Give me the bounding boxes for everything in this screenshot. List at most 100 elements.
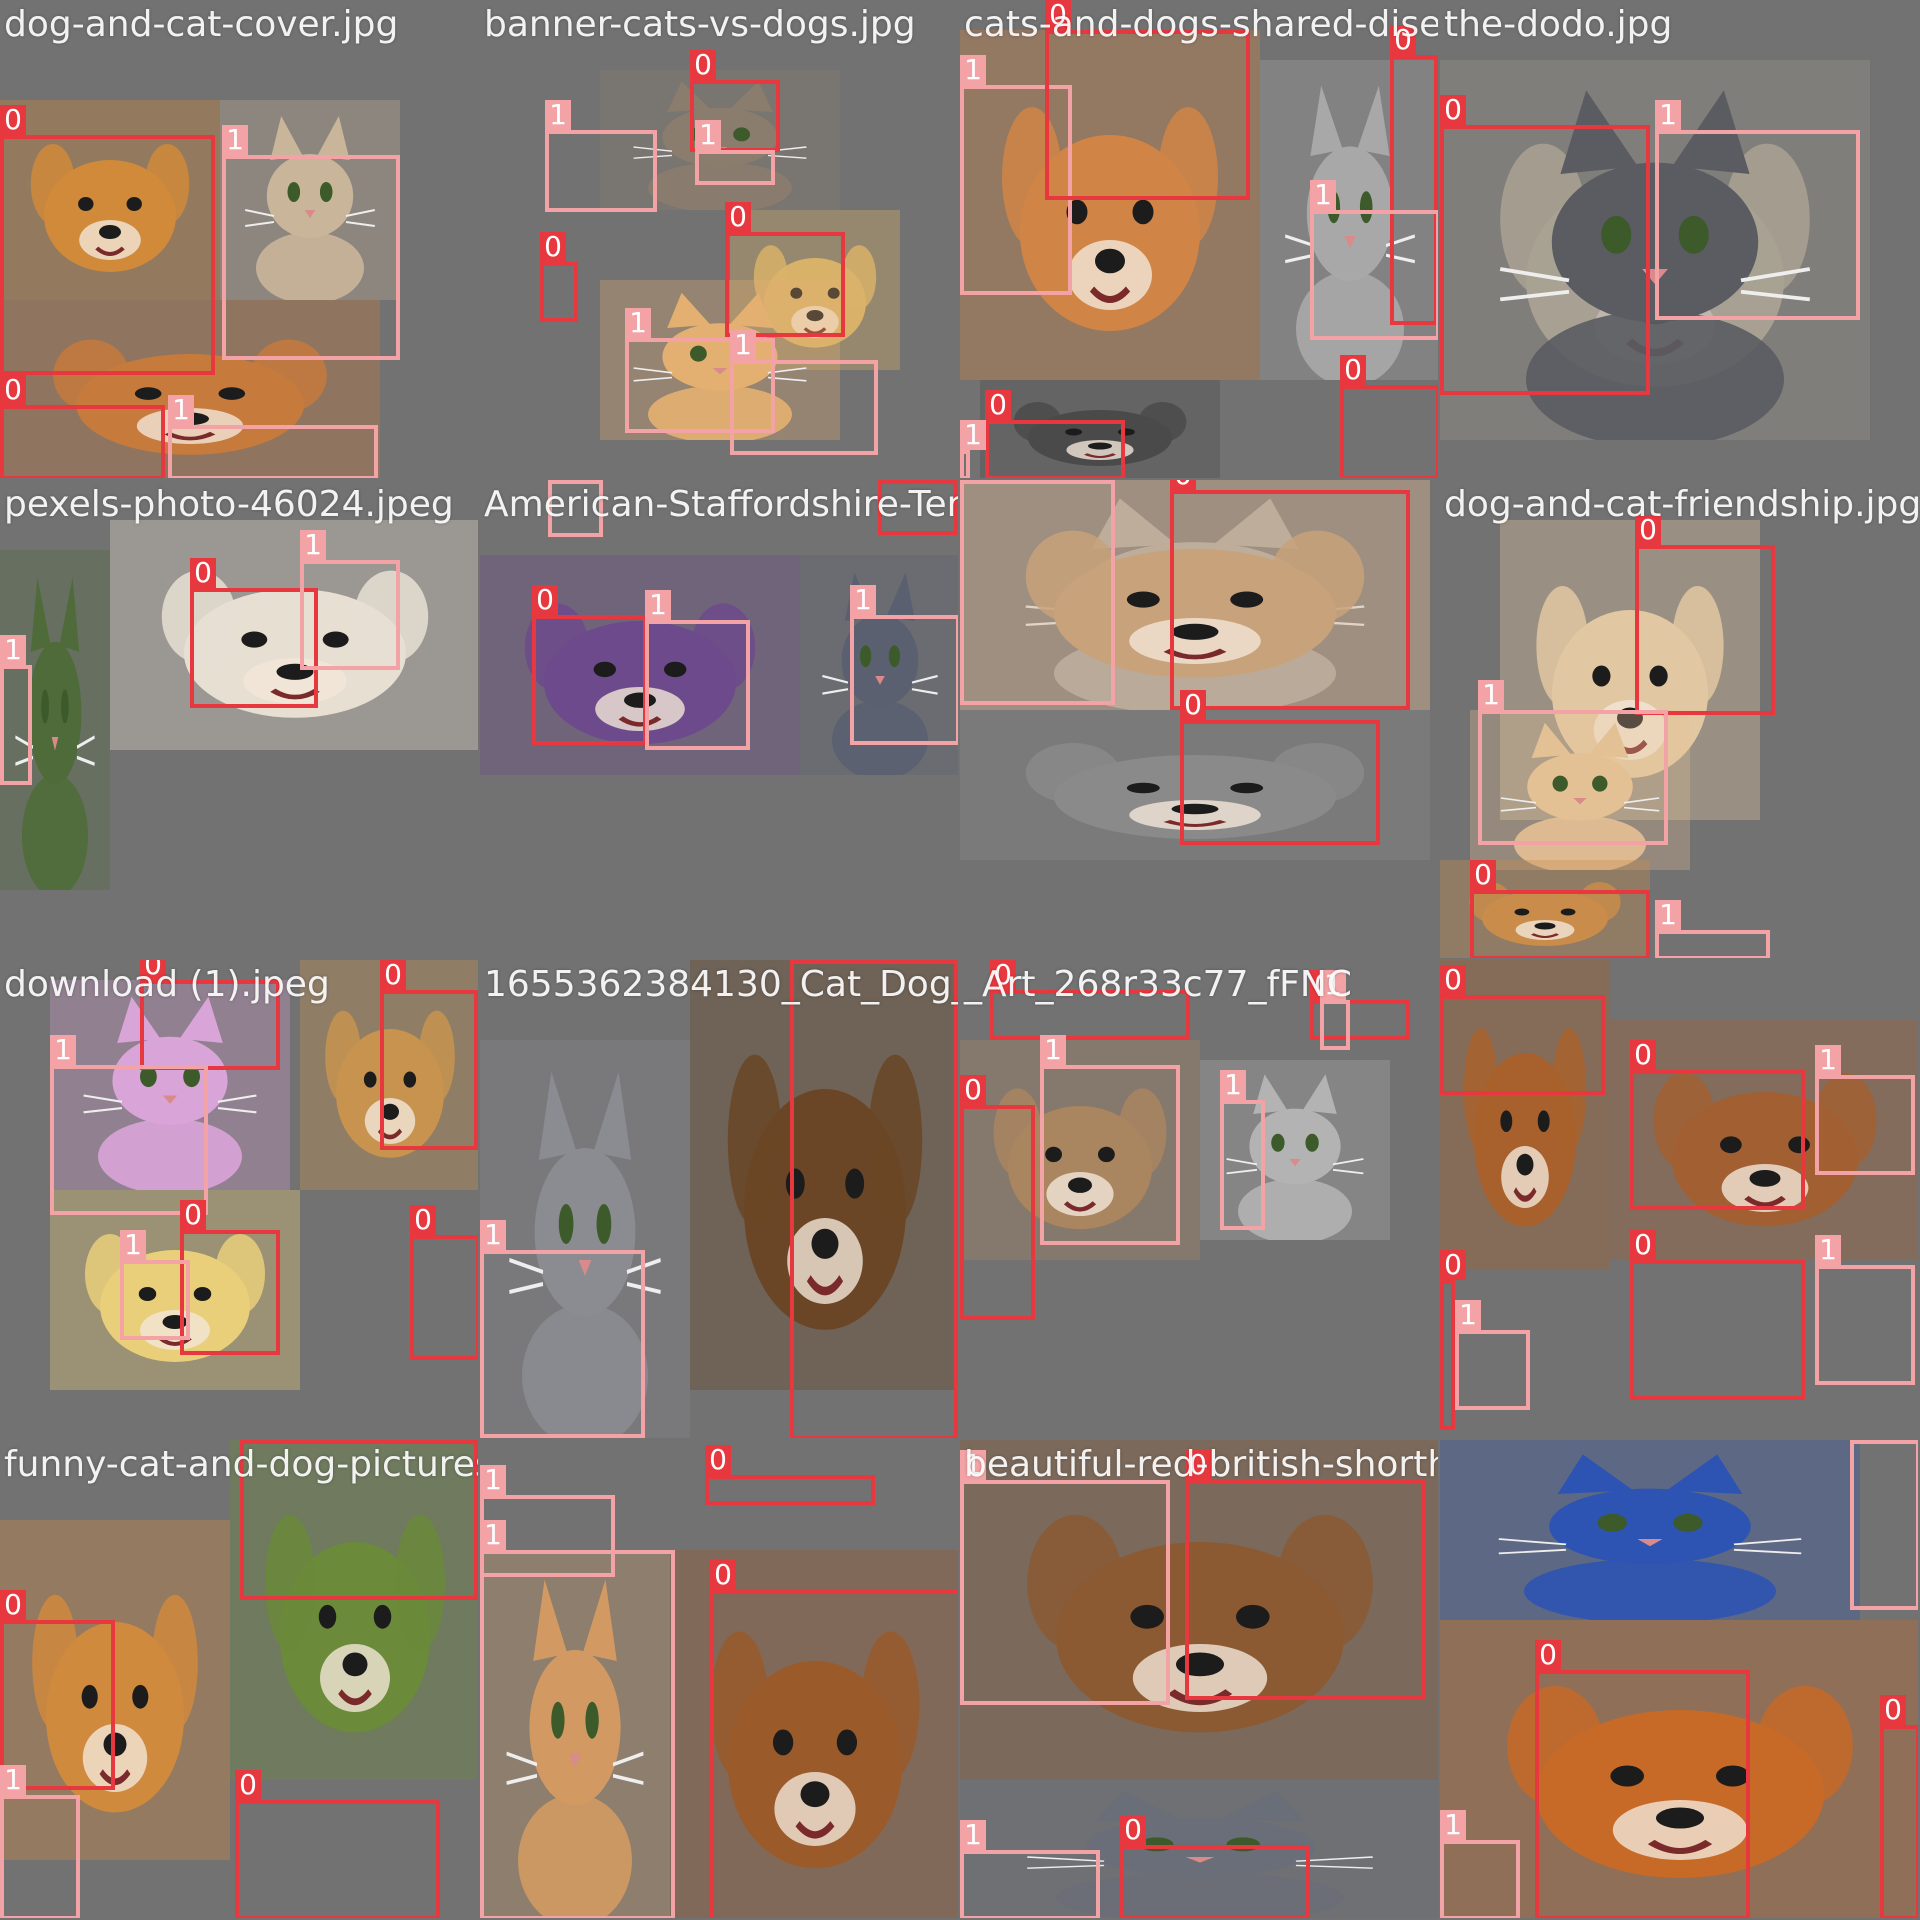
class-label: 1 — [1220, 1070, 1246, 1100]
bounding-box-cat: 1 — [0, 635, 32, 785]
class-label: 0 — [1120, 1815, 1146, 1845]
class-label: 1 — [1478, 680, 1504, 710]
mosaic-tile: 1 0 1 0 — [480, 1440, 958, 1918]
bounding-box-dog: 0 — [1630, 1040, 1805, 1210]
bounding-box-cat: 1 — [1310, 180, 1438, 340]
class-label: 1 — [695, 120, 721, 150]
bounding-box-dog: 0 — [190, 558, 318, 708]
bounding-box-dog: 0 — [710, 1560, 958, 1918]
bounding-box-dog: 0 — [1440, 95, 1650, 395]
bounding-box-cat: 1 — [1478, 680, 1668, 845]
tile-filename: download (1).jpeg — [4, 964, 330, 1005]
class-label: 1 — [50, 1035, 76, 1065]
class-label: 1 — [960, 420, 986, 450]
mosaic-tile: download (1).jpeg 0 1 0 0 1 0 — [0, 960, 478, 1438]
tile-filename: funny-cat-and-dog-pictures — [4, 1444, 478, 1485]
class-label: 0 — [1440, 1250, 1466, 1280]
cat-photo — [1440, 1440, 1860, 1620]
class-label: 0 — [1880, 1695, 1906, 1725]
bounding-box-dog: 0 — [540, 232, 578, 322]
mosaic-tile: banner-cats-vs-dogs.jpg 1 0 1 0 1 0 1 — [480, 0, 958, 478]
tile-filename: cats-and-dogs-shared-diseases2.jpg — [964, 4, 1438, 45]
class-label: 1 — [480, 1520, 506, 1550]
bounding-box-dog: 0 — [725, 202, 845, 337]
bounding-box-cat: 1 — [1440, 1810, 1520, 1918]
bounding-box-cat: 1 — [1815, 1235, 1915, 1385]
bounding-box-cat: 1 — [120, 1230, 190, 1340]
bounding-box-dog: 0 — [180, 1200, 280, 1355]
class-label: 1 — [1655, 900, 1681, 930]
class-label: 1 — [1815, 1235, 1841, 1265]
bounding-box-dog: 0 — [0, 105, 215, 375]
class-label: 0 — [1170, 480, 1196, 490]
mosaic-tile: the-dodo.jpg 0 1 — [1440, 0, 1918, 478]
class-label: 0 — [1470, 860, 1496, 890]
class-label: 1 — [480, 1220, 506, 1250]
class-label: 0 — [690, 50, 716, 80]
class-label: 1 — [1455, 1300, 1481, 1330]
bounding-box-cat: 1 — [1850, 1440, 1918, 1610]
bounding-box-cat: 1 — [50, 1035, 208, 1215]
bounding-box-cat: 1 — [480, 1520, 675, 1918]
mosaic-grid: dog-and-cat-cover.jpg 0 1 0 1 banner-cats-vs… — [0, 0, 1920, 1920]
class-label: 0 — [0, 1590, 26, 1620]
class-label: 0 — [1440, 95, 1466, 125]
tile-filename: 1655362384130_Cat_Dog_ — [484, 964, 958, 1005]
class-label: 0 — [1340, 355, 1366, 385]
tile-filename: dog-and-cat-friendship.jpg — [1444, 484, 1918, 525]
class-label: 0 — [985, 390, 1011, 420]
class-label: 0 — [235, 1770, 261, 1800]
bounding-box-cat: 1 — [960, 420, 986, 478]
bounding-box-cat: 1 — [1655, 100, 1860, 320]
class-label: 0 — [1630, 1040, 1656, 1070]
class-label: 1 — [960, 55, 986, 85]
bounding-box-dog: 0 — [235, 1770, 440, 1918]
bounding-box-cat: 1 — [960, 1820, 1100, 1918]
class-label: 1 — [850, 585, 876, 615]
tile-filename: _Art_268r33c77_fFNC — [964, 964, 1352, 1005]
bounding-box-cat: 1 — [480, 1220, 645, 1438]
bounding-box-cat: 1 — [0, 1765, 80, 1918]
mosaic-tile: dog-and-cat-cover.jpg 0 1 0 1 — [0, 0, 478, 478]
bounding-box-dog: 0 — [1630, 1230, 1805, 1400]
class-label: 0 — [960, 1075, 986, 1105]
bounding-box-cat: 1 — [222, 125, 400, 360]
bounding-box-cat: 1 — [1655, 900, 1770, 958]
class-label: 1 — [1310, 180, 1336, 210]
class-label: 0 — [1630, 1230, 1656, 1260]
bounding-box-dog: 0 — [1185, 1450, 1425, 1700]
bounding-box-dog: 0 — [0, 375, 165, 478]
bounding-box-dog: 0 — [532, 585, 647, 745]
class-label: 1 — [0, 1765, 26, 1795]
bounding-box-cat: 1 — [960, 1450, 1170, 1705]
tile-filename: American-Staffordshire-Terrier — [484, 484, 958, 525]
class-label: 1 — [120, 1230, 146, 1260]
bounding-box-dog: 0 — [410, 1205, 478, 1360]
bounding-box-cat: 1 — [960, 480, 1115, 705]
class-label: 1 — [730, 330, 756, 360]
class-label: 1 — [1815, 1045, 1841, 1075]
class-label: 1 — [480, 1465, 506, 1495]
class-label: 1 — [1440, 1810, 1466, 1840]
bounding-box-dog: 0 — [1045, 0, 1250, 200]
class-label: 0 — [190, 558, 216, 588]
mosaic-tile: beautiful-red-british-shorthair1001 — [960, 1440, 1438, 1918]
bounding-box-dog: 0 — [1470, 860, 1650, 958]
bounding-box-dog: 0 — [1120, 1815, 1310, 1918]
class-label: 1 — [300, 530, 326, 560]
bounding-box-cat: 1 — [300, 530, 400, 670]
class-label: 0 — [0, 105, 26, 135]
tile-filename: beautiful-red-british-shorthair — [964, 1444, 1438, 1485]
mosaic-tile: _Art_268r33c77_fFNC010101 — [960, 960, 1438, 1438]
bounding-box-dog: 0 — [705, 1445, 875, 1505]
bounding-box-dog: 0 — [1440, 1250, 1466, 1430]
bounding-box-cat: 1 — [1220, 1070, 1265, 1230]
bounding-box-dog: 0 — [1880, 1695, 1918, 1918]
bounding-box-dog: 0 — [1170, 480, 1410, 710]
bounding-box-cat: 1 — [1320, 970, 1350, 1050]
bounding-box-cat: 1 — [730, 330, 878, 455]
bounding-box-dog: 0 — [985, 390, 1125, 478]
class-label: 0 — [1440, 965, 1466, 995]
class-label: 1 — [222, 125, 248, 155]
mosaic-tile: 1655362384130_Cat_Dog_0 1 — [480, 960, 958, 1438]
